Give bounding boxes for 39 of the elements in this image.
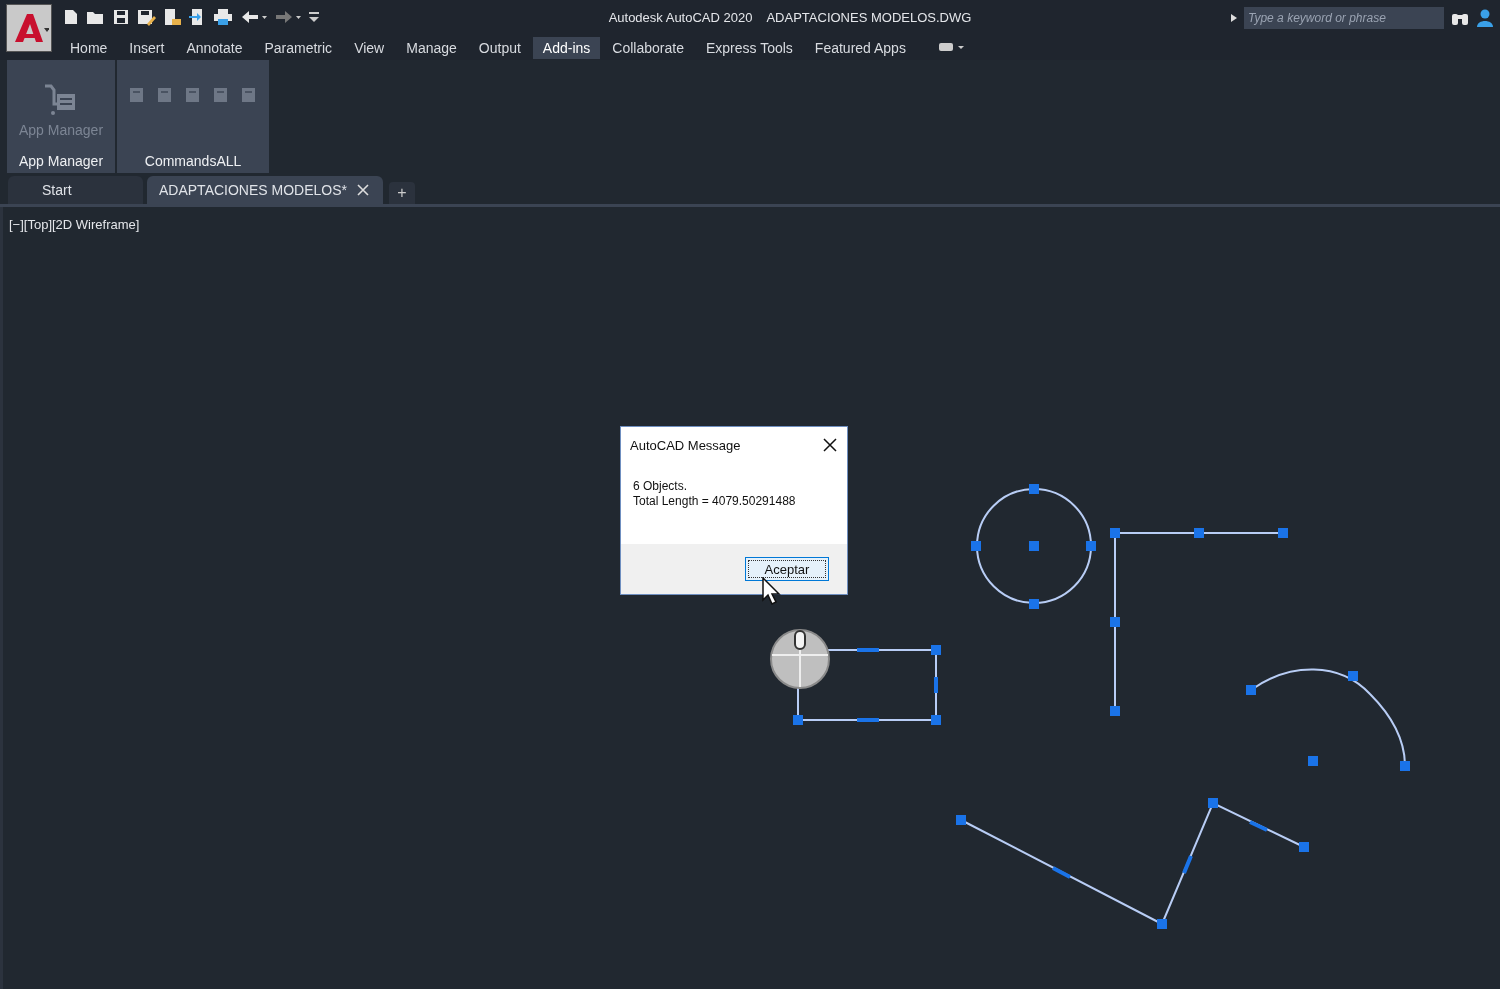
mouse-icon: [770, 629, 830, 689]
tab-label: Start: [42, 182, 72, 198]
undo-icon[interactable]: [240, 9, 268, 25]
ribbon-tab[interactable]: Express Tools: [695, 37, 803, 59]
ribbon-tab[interactable]: Parametric: [254, 37, 343, 59]
viewport-controls-label[interactable]: [−][Top][2D Wireframe]: [9, 217, 140, 232]
document-tab[interactable]: Start: [8, 176, 143, 204]
ribbon-tab[interactable]: Featured Apps: [804, 37, 916, 59]
ribbon-tab[interactable]: Add-ins: [532, 37, 601, 59]
file-title: ADAPTACIONES MODELOS.DWG: [766, 10, 972, 25]
document-folder-icon[interactable]: [162, 7, 182, 27]
ribbon-tab[interactable]: Annotate: [176, 37, 253, 59]
new-tab-button[interactable]: +: [389, 182, 415, 204]
message-text: 6 Objects.: [633, 479, 689, 494]
dialog-title: AutoCAD Message: [630, 437, 741, 453]
ribbon-tab[interactable]: Insert: [119, 37, 175, 59]
tab-label: ADAPTACIONES MODELOS*: [159, 182, 347, 198]
ribbon-tab[interactable]: Manage: [396, 37, 467, 59]
printer-icon[interactable]: [212, 7, 234, 27]
ribbon-tab[interactable]: Output: [468, 37, 531, 59]
save-icon[interactable]: [112, 8, 130, 26]
redo-icon[interactable]: [274, 9, 302, 25]
ribbon-tab[interactable]: Collaborate: [602, 37, 694, 59]
user-icon[interactable]: [1476, 8, 1494, 28]
application-title: Autodesk AutoCAD 2020: [608, 10, 753, 25]
application-menu-button[interactable]: [6, 4, 52, 52]
close-icon[interactable]: [823, 438, 837, 452]
expand-arrow-icon[interactable]: [1230, 13, 1238, 23]
ribbon-tab[interactable]: Home: [60, 37, 118, 59]
document-tab[interactable]: ADAPTACIONES MODELOS*: [147, 176, 383, 204]
new-file-icon[interactable]: [62, 8, 80, 26]
panel-title: App Manager: [18, 153, 105, 169]
customize-menu-icon[interactable]: [308, 10, 320, 24]
save-as-icon[interactable]: [136, 8, 156, 26]
search-field[interactable]: Type a keyword or phrase: [1244, 7, 1444, 29]
panel-title: CommandsALL: [143, 153, 243, 169]
accept-button[interactable]: Aceptar: [745, 557, 829, 581]
message-text: Total Length = 4079.50291488: [633, 494, 797, 509]
ribbon-tab[interactable]: View: [344, 37, 395, 59]
